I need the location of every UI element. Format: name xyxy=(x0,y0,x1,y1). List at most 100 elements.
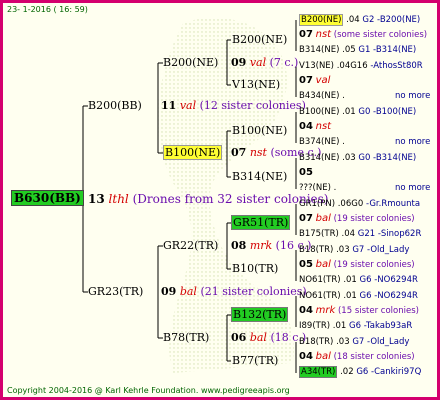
l4-row: ???(NE) . no more xyxy=(299,182,430,194)
l4-origin: G2 -B200(NE) xyxy=(362,15,421,25)
l4-value: . xyxy=(342,91,345,101)
l4-mark: val xyxy=(315,75,331,86)
l2-node-3[interactable]: GR22(TR) xyxy=(163,240,218,252)
l4-value: .06G0 xyxy=(337,199,364,209)
l4-row: B18(TR) .03 G7 -Old_Lady xyxy=(299,244,409,256)
l4-value: .01 xyxy=(343,291,357,301)
l4-gen: 05 xyxy=(299,259,313,270)
l2-node-1[interactable]: B200(NE) xyxy=(163,57,218,69)
l4-node[interactable]: V13(NE) xyxy=(299,61,334,71)
l4-note: (15 sister colonies) xyxy=(337,306,419,316)
l4-node[interactable]: B175(TR) xyxy=(299,229,339,239)
l4-note: (19 sister colonies) xyxy=(333,214,415,224)
l4-row: V13(NE) .04G16 -AthosSt80R xyxy=(299,60,423,72)
l4-origin: no more xyxy=(395,91,431,101)
l4-gen: 07 xyxy=(299,29,313,40)
l4-note: (some sister colonies) xyxy=(333,30,428,40)
l4-value: .04 xyxy=(341,229,356,239)
l4-row: B200(NE) .04 G2 -B200(NE) xyxy=(299,14,420,26)
l4-mark: nst xyxy=(315,121,332,132)
l4-mark: bal xyxy=(315,213,331,224)
l1-node-bottom[interactable]: GR23(TR) xyxy=(88,286,143,298)
root-node: B630(BB) xyxy=(11,190,84,206)
l4-node[interactable]: ???(NE) xyxy=(299,183,331,193)
l4-origin: G6 -Cankiri97Q xyxy=(356,367,422,377)
l4-value: .04G16 xyxy=(336,61,368,71)
l3-node-3[interactable]: B100(NE) xyxy=(232,125,287,137)
l4-row: 05 xyxy=(299,167,313,179)
l4-node[interactable]: B314(NE) xyxy=(299,45,339,55)
l4-origin: G0 -B314(NE) xyxy=(358,153,417,163)
l4-value: .04 xyxy=(346,15,360,25)
l2-info-4: 06 bal (18 c.) xyxy=(231,331,307,344)
l3-node-4[interactable]: B314(NE) xyxy=(232,171,287,183)
l4-row: 07 nst (some sister colonies) xyxy=(299,29,427,41)
l3-node-6[interactable]: B10(TR) xyxy=(232,263,278,275)
l2-info-1: 09 val (7 c.) xyxy=(231,56,299,69)
l4-origin: G7 -Old_Lady xyxy=(352,337,410,347)
l2-node-2[interactable]: B100(NE) xyxy=(163,145,223,160)
l4-origin: G0 -B100(NE) xyxy=(358,107,417,117)
l4-node[interactable]: A34(TR) xyxy=(299,366,338,378)
l4-gen: 04 xyxy=(299,305,313,316)
l3-node-5[interactable]: GR51(TR) xyxy=(231,215,291,230)
l4-gen: 07 xyxy=(299,213,313,224)
l4-row: B100(NE) .01 G0 -B100(NE) xyxy=(299,106,416,118)
l2-node-4[interactable]: B78(TR) xyxy=(163,332,209,344)
l4-row: 07 val xyxy=(299,75,330,87)
l4-origin: -Gr.Rmounta xyxy=(365,199,421,209)
l3-node-2[interactable]: V13(NE) xyxy=(232,79,280,91)
l4-row: I89(TR) .01 G6 -Takab93aR xyxy=(299,320,412,332)
l4-origin: no more xyxy=(395,183,431,193)
l4-value: . xyxy=(342,137,345,147)
l4-origin: G1 -B314(NE) xyxy=(358,45,417,55)
l4-node[interactable]: B314(NE) xyxy=(299,153,339,163)
timestamp-header: 23- 1-2016 ( 16: 59) xyxy=(7,5,88,14)
l4-gen: 04 xyxy=(299,351,313,362)
l4-value: .01 xyxy=(342,107,356,117)
l4-row: A34(TR) .02 G6 -Cankiri97Q xyxy=(299,366,421,378)
l4-row: B18(TR) .03 G7 -Old_Lady xyxy=(299,336,409,348)
l4-node[interactable]: NO61(TR) xyxy=(299,275,341,285)
l4-gen: 05 xyxy=(299,167,313,178)
l4-value: .05 xyxy=(342,45,356,55)
l4-mark: bal xyxy=(315,259,331,270)
pedigree-frame: 23- 1-2016 ( 16: 59) B630(BB) 13 lthl (D… xyxy=(0,0,440,400)
l3-node-8[interactable]: B77(TR) xyxy=(232,355,278,367)
root-label[interactable]: B630(BB) xyxy=(11,190,84,206)
l4-row: B374(NE) . no more xyxy=(299,136,430,148)
l4-row: NO61(TR) .01 G6 -NO6294R xyxy=(299,290,418,302)
l1-node-top[interactable]: B200(BB) xyxy=(88,100,142,112)
copyright-footer: Copyright 2004-2016 @ Karl Kehrle Founda… xyxy=(7,386,290,395)
l3-node-7[interactable]: B132(TR) xyxy=(231,307,289,322)
l4-origin: G7 -Old_Lady xyxy=(352,245,410,255)
l4-row: 04 nst xyxy=(299,121,331,133)
l1-info-top: 11 val (12 sister colonies) xyxy=(161,99,306,112)
l4-value: .01 xyxy=(343,275,357,285)
l4-node[interactable]: I89(TR) xyxy=(299,321,330,331)
l4-row: 04 bal (18 sister colonies) xyxy=(299,351,415,363)
l4-origin: G6 -Takab93aR xyxy=(349,321,413,331)
l4-node[interactable]: GR1(PN) xyxy=(299,199,335,209)
l4-row: 04 mrk (15 sister colonies) xyxy=(299,305,419,317)
l4-value: .01 xyxy=(332,321,347,331)
root-info: 13 lthl (Drones from 32 sister colonies) xyxy=(88,192,329,206)
l4-origin: -AthosSt80R xyxy=(370,61,423,71)
l4-origin: no more xyxy=(395,137,431,147)
l4-row: GR1(PN) .06G0 -Gr.Rmounta xyxy=(299,198,420,210)
l4-node[interactable]: B374(NE) xyxy=(299,137,339,147)
l4-note: (18 sister colonies) xyxy=(333,352,415,362)
l4-mark: mrk xyxy=(315,305,336,316)
l4-node[interactable]: NO61(TR) xyxy=(299,291,341,301)
l4-row: 07 bal (19 sister colonies) xyxy=(299,213,415,225)
l4-node[interactable]: B18(TR) xyxy=(299,245,333,255)
l4-origin: G6 -NO6294R xyxy=(359,275,418,285)
l4-node[interactable]: B434(NE) xyxy=(299,91,339,101)
l3-node-1[interactable]: B200(NE) xyxy=(232,34,287,46)
l4-node[interactable]: B200(NE) xyxy=(299,14,344,26)
l4-node[interactable]: B18(TR) xyxy=(299,337,333,347)
l4-value: .03 xyxy=(336,245,350,255)
l4-row: NO61(TR) .01 G6 -NO6294R xyxy=(299,274,418,286)
l4-node[interactable]: B100(NE) xyxy=(299,107,339,117)
l4-row: B314(NE) .03 G0 -B314(NE) xyxy=(299,152,416,164)
